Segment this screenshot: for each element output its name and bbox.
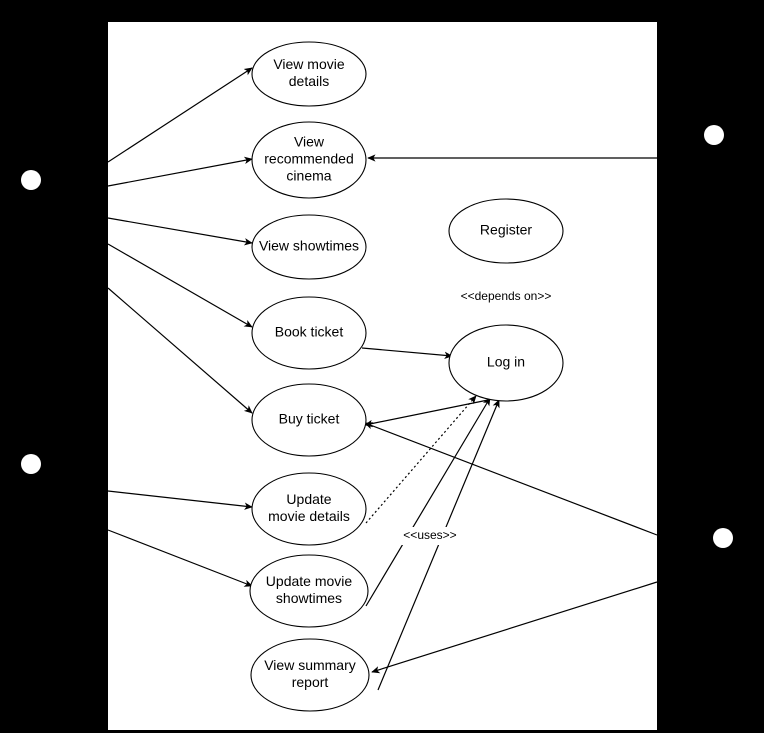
- use-case-register[interactable]: Register: [448, 198, 564, 264]
- use-case-view-movie-details[interactable]: View moviedetails: [251, 41, 367, 107]
- use-case-log-in[interactable]: Log in: [448, 324, 564, 402]
- use-case-update-movie-details[interactable]: Updatemovie details: [251, 472, 367, 546]
- use-case-ellipse[interactable]: [448, 198, 564, 264]
- use-case-ellipse[interactable]: [448, 324, 564, 402]
- stereotype-backdrop-uses: [399, 527, 461, 545]
- marker-dot-bottom-left: [21, 454, 41, 474]
- screenshot-stage: View movie details View recommended cinema Vi…: [0, 0, 764, 733]
- marker-dot-bottom-right: [713, 528, 733, 548]
- use-case-diagram-canvas[interactable]: View moviedetails Viewrecommendedcinema Vi…: [0, 0, 764, 733]
- marker-dot-top-right: [704, 125, 724, 145]
- use-case-view-recommended[interactable]: Viewrecommendedcinema: [251, 121, 367, 199]
- use-case-ellipse[interactable]: [251, 296, 367, 370]
- stereotype-backdrop-depends-on: [455, 288, 557, 306]
- use-case-view-summary-report[interactable]: View summaryreport: [250, 638, 370, 712]
- use-case-ellipse[interactable]: [251, 121, 367, 199]
- use-case-ellipse[interactable]: [251, 472, 367, 546]
- use-case-ellipse[interactable]: [249, 554, 369, 628]
- use-case-ellipse[interactable]: [251, 383, 367, 457]
- use-case-ellipse[interactable]: [250, 638, 370, 712]
- diagram-page: [108, 22, 657, 730]
- use-case-book-ticket[interactable]: Book ticket: [251, 296, 367, 370]
- marker-dot-top-left: [21, 170, 41, 190]
- use-case-update-movie-showtimes[interactable]: Update movieshowtimes: [249, 554, 369, 628]
- use-case-ellipse[interactable]: [251, 41, 367, 107]
- use-case-ellipse[interactable]: [251, 214, 367, 280]
- use-case-view-showtimes[interactable]: View showtimes: [251, 214, 367, 280]
- use-case-buy-ticket[interactable]: Buy ticket: [251, 383, 367, 457]
